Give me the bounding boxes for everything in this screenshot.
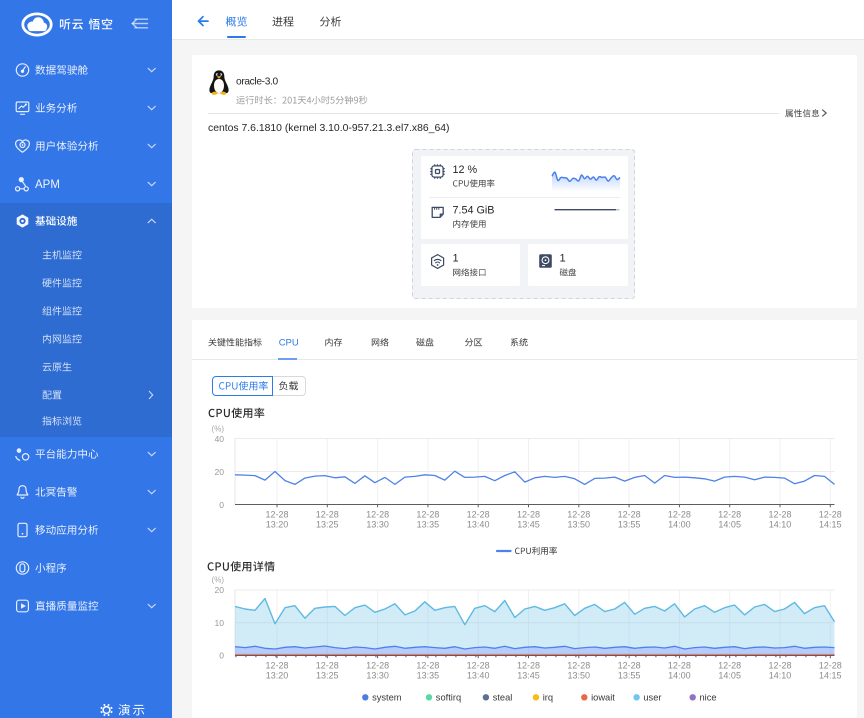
svg-text:12-28: 12-28: [416, 510, 439, 520]
svg-text:12-28: 12-28: [618, 661, 641, 671]
svg-text:CPU: CPU: [279, 338, 299, 349]
svg-text:40: 40: [214, 434, 224, 444]
svg-text:1: 1: [560, 253, 566, 265]
svg-text:12-28: 12-28: [467, 661, 490, 671]
svg-text:13:45: 13:45: [517, 671, 540, 681]
svg-text:14:15: 14:15: [819, 520, 842, 530]
svg-text:13:50: 13:50: [568, 671, 591, 681]
svg-text:13:20: 13:20: [266, 671, 289, 681]
svg-text:12-28: 12-28: [517, 661, 540, 671]
svg-text:12-28: 12-28: [467, 510, 490, 520]
svg-text:14:05: 14:05: [718, 671, 741, 681]
svg-text:13:25: 13:25: [316, 671, 339, 681]
svg-text:10: 10: [214, 618, 224, 628]
svg-text:13:55: 13:55: [618, 520, 641, 530]
svg-text:12-28: 12-28: [718, 510, 741, 520]
svg-text:14:10: 14:10: [769, 671, 792, 681]
svg-text:12-28: 12-28: [316, 510, 339, 520]
svg-text:12-28: 12-28: [416, 661, 439, 671]
svg-text:12-28: 12-28: [819, 661, 842, 671]
svg-text:centos 7.6.1810 (kernel 3.10.0: centos 7.6.1810 (kernel 3.10.0-957.21.3.…: [208, 123, 449, 134]
svg-text:APM: APM: [35, 179, 60, 191]
svg-text:system: system: [372, 693, 402, 703]
svg-text:14:15: 14:15: [819, 671, 842, 681]
svg-text:13:30: 13:30: [366, 520, 389, 530]
svg-text:13:40: 13:40: [467, 520, 490, 530]
svg-text:12-28: 12-28: [366, 661, 389, 671]
svg-text:12-28: 12-28: [768, 661, 791, 671]
svg-text:1: 1: [453, 253, 459, 265]
svg-text:nice: nice: [700, 693, 717, 703]
svg-text:(%): (%): [212, 576, 225, 585]
svg-text:softirq: softirq: [436, 693, 461, 703]
svg-text:20: 20: [214, 585, 224, 595]
svg-text:12-28: 12-28: [265, 510, 288, 520]
svg-text:iowait: iowait: [591, 693, 615, 703]
svg-text:14:00: 14:00: [668, 671, 691, 681]
svg-text:12-28: 12-28: [517, 510, 540, 520]
svg-text:14:10: 14:10: [769, 520, 792, 530]
svg-text:irq: irq: [543, 693, 553, 703]
svg-text:0: 0: [219, 651, 224, 661]
svg-text:13:40: 13:40: [467, 671, 490, 681]
svg-text:12-28: 12-28: [618, 510, 641, 520]
svg-text:7.54 GiB: 7.54 GiB: [453, 205, 495, 217]
svg-text:0: 0: [219, 500, 224, 510]
svg-text:(%): (%): [212, 425, 225, 434]
svg-text:12-28: 12-28: [668, 510, 691, 520]
svg-text:13:20: 13:20: [266, 520, 289, 530]
svg-text:12-28: 12-28: [567, 510, 590, 520]
svg-text:13:25: 13:25: [316, 520, 339, 530]
svg-text:20: 20: [214, 467, 224, 477]
svg-text:oracle-3.0: oracle-3.0: [236, 77, 278, 88]
svg-text:12 %: 12 %: [453, 164, 478, 176]
svg-text:13:35: 13:35: [417, 671, 440, 681]
svg-text:12-28: 12-28: [316, 661, 339, 671]
svg-text:14:00: 14:00: [668, 520, 691, 530]
svg-text:12-28: 12-28: [768, 510, 791, 520]
svg-text:12-28: 12-28: [265, 661, 288, 671]
svg-text:12-28: 12-28: [567, 661, 590, 671]
svg-text:13:45: 13:45: [517, 520, 540, 530]
svg-text:steal: steal: [493, 693, 513, 703]
svg-text:user: user: [643, 693, 661, 703]
svg-text:13:50: 13:50: [568, 520, 591, 530]
svg-text:12-28: 12-28: [366, 510, 389, 520]
svg-text:12-28: 12-28: [718, 661, 741, 671]
svg-text:13:35: 13:35: [417, 520, 440, 530]
svg-text:13:55: 13:55: [618, 671, 641, 681]
svg-text:12-28: 12-28: [668, 661, 691, 671]
svg-text:12-28: 12-28: [819, 510, 842, 520]
svg-text:14:05: 14:05: [718, 520, 741, 530]
svg-text:13:30: 13:30: [366, 671, 389, 681]
